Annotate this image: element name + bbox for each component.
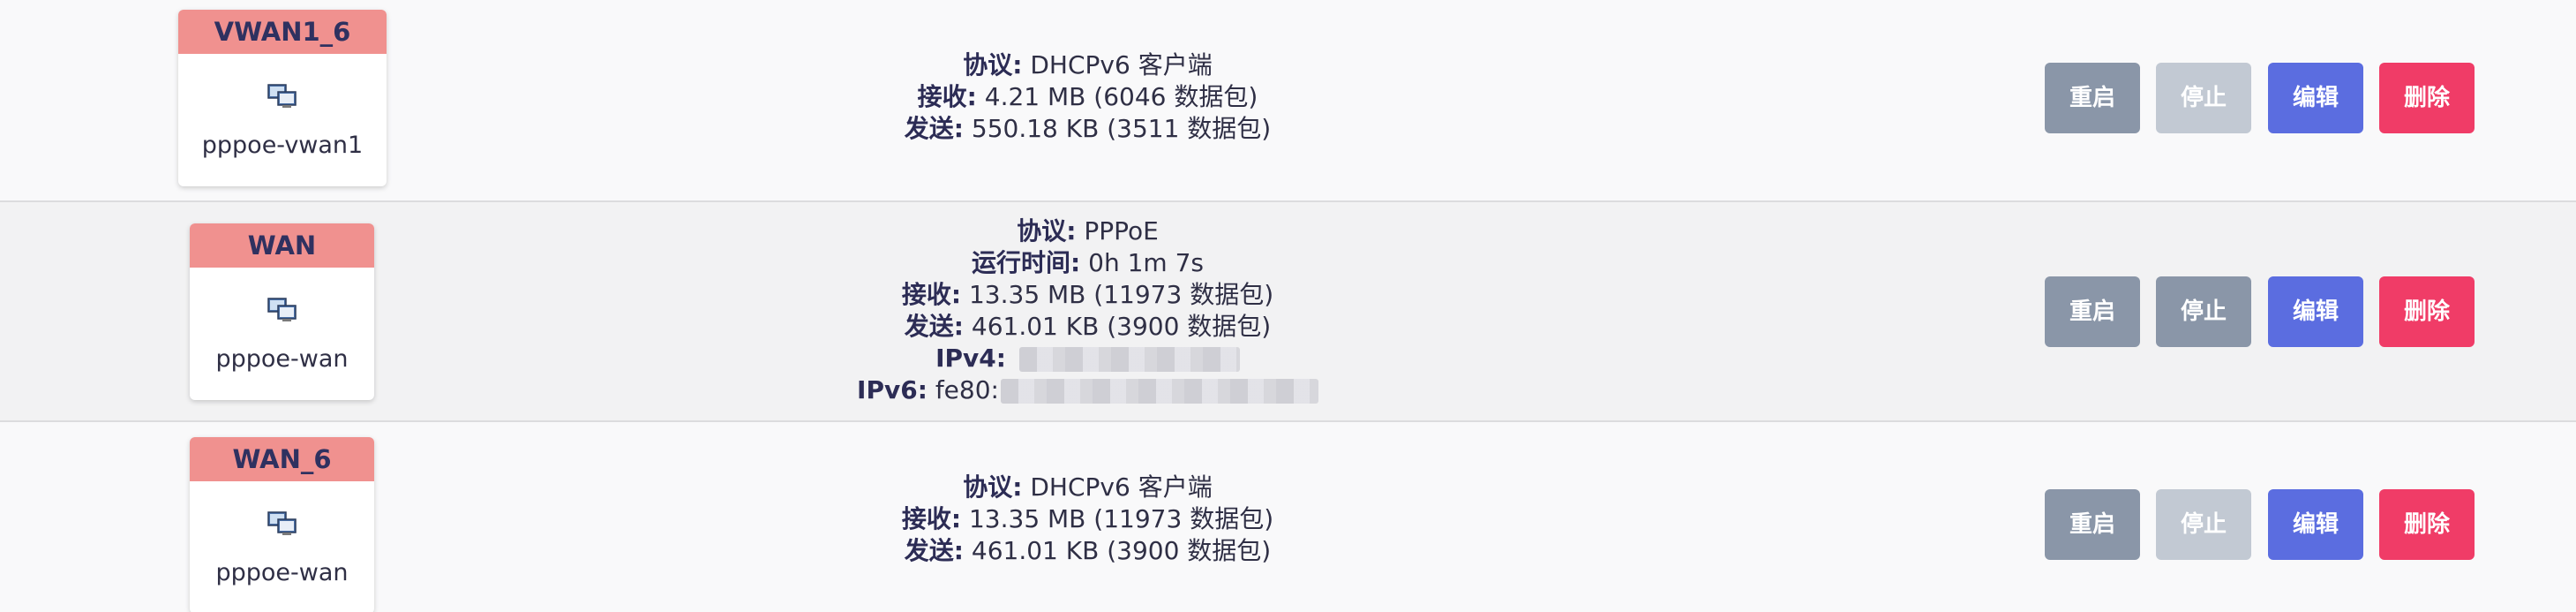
interface-badge: VWAN1_6 pppoe-vwan1 xyxy=(178,10,387,186)
network-interface-icon xyxy=(267,82,297,109)
status-uptime: 运行时间: 0h 1m 7s xyxy=(972,248,1204,277)
edit-button[interactable]: 编辑 xyxy=(2268,276,2363,347)
delete-button[interactable]: 删除 xyxy=(2379,276,2475,347)
status-protocol: 协议: PPPoE xyxy=(1017,216,1159,246)
delete-button[interactable]: 删除 xyxy=(2379,489,2475,560)
status-tx: 发送: 461.01 KB (3900 数据包) xyxy=(904,312,1272,341)
interface-name: VWAN1_6 xyxy=(178,10,387,54)
interfaces-table: VWAN1_6 pppoe-vwan1 协议: DHCPv6 客户端 接收: 4… xyxy=(0,0,2576,612)
status-protocol: 协议: DHCPv6 客户端 xyxy=(963,472,1213,502)
network-interface-icon xyxy=(267,296,297,322)
interface-row-vwan1-6: VWAN1_6 pppoe-vwan1 协议: DHCPv6 客户端 接收: 4… xyxy=(0,0,2576,202)
restart-button[interactable]: 重启 xyxy=(2045,489,2140,560)
status-protocol: 协议: DHCPv6 客户端 xyxy=(963,50,1213,79)
interface-row-wan-6: WAN_6 pppoe-wan 协议: DHCPv6 客户端 接收: 13.35… xyxy=(0,422,2576,612)
interface-device: pppoe-wan xyxy=(215,345,349,373)
edit-button[interactable]: 编辑 xyxy=(2268,489,2363,560)
delete-button[interactable]: 删除 xyxy=(2379,63,2475,133)
interface-name: WAN xyxy=(190,223,374,268)
interface-row-wan: WAN pppoe-wan 协议: PPPoE 运行时间: 0h 1m 7s 接… xyxy=(0,202,2576,422)
interface-badge: WAN_6 pppoe-wan xyxy=(190,437,374,612)
redacted-ip xyxy=(1000,379,1318,404)
network-interface-icon xyxy=(267,510,297,536)
interface-status: 协议: DHCPv6 客户端 接收: 13.35 MB (11973 数据包) … xyxy=(618,472,1558,567)
status-tx: 发送: 550.18 KB (3511 数据包) xyxy=(904,114,1272,143)
redacted-ip xyxy=(1018,347,1240,372)
status-rx: 接收: 13.35 MB (11973 数据包) xyxy=(901,504,1274,533)
restart-button[interactable]: 重启 xyxy=(2045,276,2140,347)
edit-button[interactable]: 编辑 xyxy=(2268,63,2363,133)
interface-status: 协议: DHCPv6 客户端 接收: 4.21 MB (6046 数据包) 发送… xyxy=(618,49,1558,145)
status-ipv6: IPv6: fe80: xyxy=(618,374,1558,406)
stop-button[interactable]: 停止 xyxy=(2156,63,2251,133)
restart-button[interactable]: 重启 xyxy=(2045,63,2140,133)
interface-name: WAN_6 xyxy=(190,437,374,481)
interface-badge: WAN pppoe-wan xyxy=(190,223,374,400)
stop-button[interactable]: 停止 xyxy=(2156,489,2251,560)
stop-button[interactable]: 停止 xyxy=(2156,276,2251,347)
status-rx: 接收: 13.35 MB (11973 数据包) xyxy=(901,280,1274,309)
status-rx: 接收: 4.21 MB (6046 数据包) xyxy=(917,82,1258,111)
interface-device: pppoe-vwan1 xyxy=(201,132,364,159)
interface-status: 协议: PPPoE 运行时间: 0h 1m 7s 接收: 13.35 MB (1… xyxy=(618,215,1558,406)
status-tx: 发送: 461.01 KB (3900 数据包) xyxy=(904,536,1272,565)
interface-device: pppoe-wan xyxy=(215,559,349,586)
status-ipv4: IPv4: xyxy=(618,343,1558,374)
